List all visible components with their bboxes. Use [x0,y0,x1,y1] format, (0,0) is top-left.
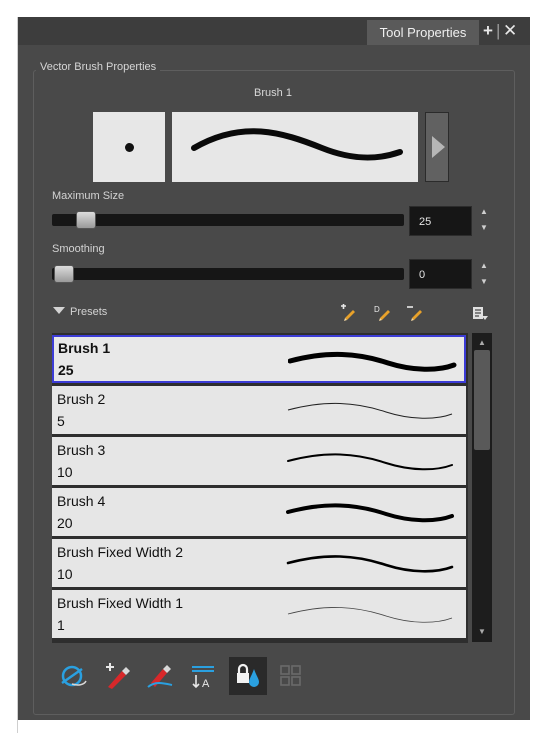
delete-preset-icon[interactable] [406,304,424,322]
close-icon[interactable]: ✕ [503,21,517,41]
auto-flatten-icon[interactable] [58,661,88,691]
max-size-up-arrow[interactable]: ▲ [480,206,488,218]
preset-name: Brush 4 [57,493,106,509]
current-brush-name: Brush 1 [254,87,292,99]
smoothing-label: Smoothing [52,243,105,255]
presets-label: Presets [70,306,108,318]
preset-name: Brush 3 [57,442,106,458]
presets-list[interactable]: Brush 1 25 Brush 2 5 Brush 3 10 Brush 4 … [52,333,468,643]
max-size-down-arrow[interactable]: ▼ [480,222,488,234]
max-size-label: Maximum Size [52,190,125,202]
grid-icon[interactable] [277,661,307,691]
list-item[interactable]: Brush 4 20 [52,488,466,536]
svg-text:A: A [202,678,210,690]
smoothing-slider-handle[interactable] [54,265,74,283]
smoothing-up-arrow[interactable]: ▲ [480,260,488,272]
preset-name: Brush 2 [57,391,106,407]
preset-name: Brush Fixed Width 1 [57,595,184,611]
triangle-down-icon [53,307,65,314]
list-item[interactable]: Brush Fixed Width 1 1 [52,590,466,638]
scroll-thumb[interactable] [474,350,490,450]
expand-brush-settings-button[interactable] [425,112,449,182]
list-item[interactable]: Brush 2 5 [52,386,466,434]
smoothing-field[interactable]: 0 [409,259,472,289]
new-preset-icon[interactable] [339,304,357,322]
preset-size: 5 [57,413,65,429]
plus-icon[interactable]: + [483,21,493,41]
brush-tip-dot [125,143,134,152]
tab-tool-properties[interactable]: Tool Properties [367,20,479,45]
preset-size: 10 [57,464,73,480]
preset-size: 20 [57,515,73,531]
list-item[interactable]: Brush 1 25 [52,335,466,383]
presets-toggle[interactable]: Presets [53,306,107,318]
tab-separator: | [496,21,501,40]
svg-text:D: D [374,305,380,314]
scroll-up-arrow[interactable]: ▲ [472,335,492,351]
presets-menu-icon[interactable] [471,304,489,322]
list-item[interactable]: Brush 3 10 [52,437,466,485]
max-size-slider[interactable] [52,214,404,226]
group-title: Vector Brush Properties [36,60,161,74]
max-size-slider-handle[interactable] [76,211,96,229]
smoothing-down-arrow[interactable]: ▼ [480,276,488,288]
preset-size: 25 [58,362,74,378]
lock-ink-button[interactable] [229,657,267,695]
text-tool-icon[interactable]: A [188,661,218,691]
list-item[interactable]: Brush Fixed Width 2 10 [52,539,466,587]
max-size-field[interactable]: 25 [409,206,472,236]
rename-preset-icon[interactable]: D [374,304,392,322]
brush-stroke-preview [172,112,418,182]
scroll-down-arrow[interactable]: ▼ [472,624,492,640]
smoothing-slider[interactable] [52,268,404,280]
preset-size: 1 [57,617,65,633]
lock-ink-icon [237,663,259,687]
preset-size: 10 [57,566,73,582]
respect-protected-icon[interactable] [145,661,175,691]
draw-behind-icon[interactable] [102,661,132,691]
preset-name: Brush 1 [58,340,111,356]
preset-name: Brush Fixed Width 2 [57,544,184,560]
